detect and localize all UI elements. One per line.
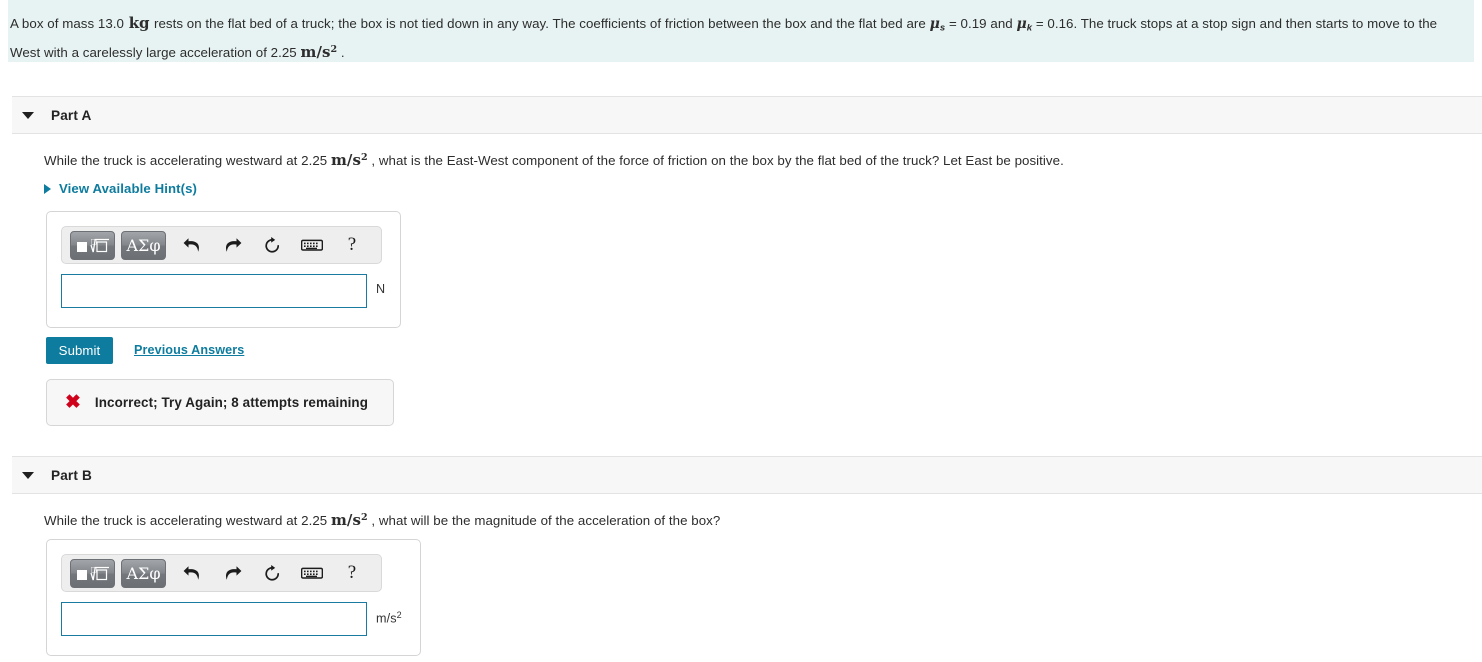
accel-unit-numerator: m [300, 42, 317, 61]
mu-static-subscript: s [939, 22, 946, 34]
part-a-question-post: , what is the East-West component of the… [371, 152, 1064, 168]
accel-unit-exponent: 2 [330, 43, 338, 55]
chevron-right-icon [44, 183, 51, 194]
part-b-answer-input[interactable] [61, 602, 367, 636]
part-a-question-pre: While the truck is accelerating westward… [44, 152, 328, 168]
help-icon[interactable]: ? [336, 560, 368, 586]
reset-icon[interactable] [256, 232, 288, 258]
problem-text-segment-4: . [340, 44, 345, 60]
part-a-previous-answers-link[interactable]: Previous Answers [134, 343, 244, 357]
part-b-title: Part B [51, 467, 92, 483]
view-hints-label: View Available Hint(s) [59, 181, 198, 196]
part-b-unit-numerator: m [331, 510, 347, 529]
mu-static-symbol: μ [929, 16, 940, 32]
chevron-down-icon[interactable] [22, 471, 34, 479]
mass-unit: kg [128, 14, 150, 32]
part-a-unit-denominator: s [352, 150, 361, 169]
redo-icon[interactable] [216, 232, 248, 258]
chevron-down-icon[interactable] [22, 111, 34, 119]
part-a-unit-numerator: m [331, 150, 347, 169]
problem-statement-text: A box of mass 13.0 kg rests on the flat … [10, 13, 1458, 63]
reset-icon[interactable] [256, 560, 288, 586]
template-tool-button[interactable]: □ [70, 558, 115, 588]
part-a-question: While the truck is accelerating westward… [44, 148, 1064, 171]
part-b-question-pre: While the truck is accelerating westward… [44, 512, 328, 528]
redo-icon[interactable] [216, 560, 248, 586]
undo-icon[interactable] [176, 560, 208, 586]
mu-kinetic-subscript: k [1026, 22, 1033, 34]
help-icon[interactable]: ? [336, 232, 368, 258]
problem-text-segment-1: A box of mass 13.0 [10, 16, 124, 31]
part-b-math-toolbar: □ ΑΣφ ? [61, 554, 382, 592]
part-a-answer-input[interactable] [61, 274, 367, 308]
part-a-title: Part A [51, 107, 92, 123]
acceleration-unit: m/s2 [300, 42, 338, 61]
part-a-unit-exponent: 2 [360, 152, 368, 163]
part-b-answer-panel: □ ΑΣφ ? m/s2 [46, 539, 421, 656]
part-b-unit-label: m/s2 [376, 610, 402, 626]
greek-symbols-button[interactable]: ΑΣφ [121, 558, 166, 588]
part-a-header[interactable]: Part A [12, 96, 1482, 134]
view-hints-link[interactable]: View Available Hint(s) [44, 181, 197, 196]
part-b-unit-exponent: 2 [360, 512, 368, 523]
part-a-question-unit: m/s2 [331, 150, 368, 169]
part-b-question-unit: m/s2 [331, 510, 368, 529]
part-a-math-toolbar: □ ΑΣφ ? [61, 226, 382, 264]
part-a-unit-label: N [376, 282, 386, 296]
template-glyph-icon: □ [76, 565, 109, 580]
part-b-unit-base: m/s [376, 611, 397, 626]
part-b-unit-denominator: s [352, 510, 361, 529]
part-b-question-post: , what will be the magnitude of the acce… [371, 512, 721, 528]
problem-statement-banner: A box of mass 13.0 kg rests on the flat … [8, 0, 1474, 62]
problem-text-segment-2: rests on the flat bed of a truck; the bo… [153, 16, 926, 31]
part-a-answer-panel: □ ΑΣφ ? N [46, 211, 401, 328]
part-a-submit-button[interactable]: Submit [46, 337, 113, 364]
template-glyph-icon: □ [76, 237, 109, 252]
mu-static-value: = 0.19 and [948, 16, 1013, 31]
keyboard-icon[interactable] [296, 232, 328, 258]
part-b-question: While the truck is accelerating westward… [44, 508, 720, 531]
undo-icon[interactable] [176, 232, 208, 258]
greek-symbols-button[interactable]: ΑΣφ [121, 230, 166, 260]
part-b-header[interactable]: Part B [12, 456, 1482, 494]
part-b-unit-exponent: 2 [396, 610, 402, 620]
part-a-feedback-text: Incorrect; Try Again; 8 attempts remaini… [94, 395, 368, 410]
part-a-feedback-box: ✖ Incorrect; Try Again; 8 attempts remai… [46, 379, 394, 426]
mu-kinetic-symbol: μ [1016, 16, 1027, 32]
keyboard-icon[interactable] [296, 560, 328, 586]
x-mark-icon: ✖ [65, 392, 81, 413]
template-tool-button[interactable]: □ [70, 230, 115, 260]
problem-text-segment-3: with a carelessly large acceleration of … [44, 44, 297, 60]
